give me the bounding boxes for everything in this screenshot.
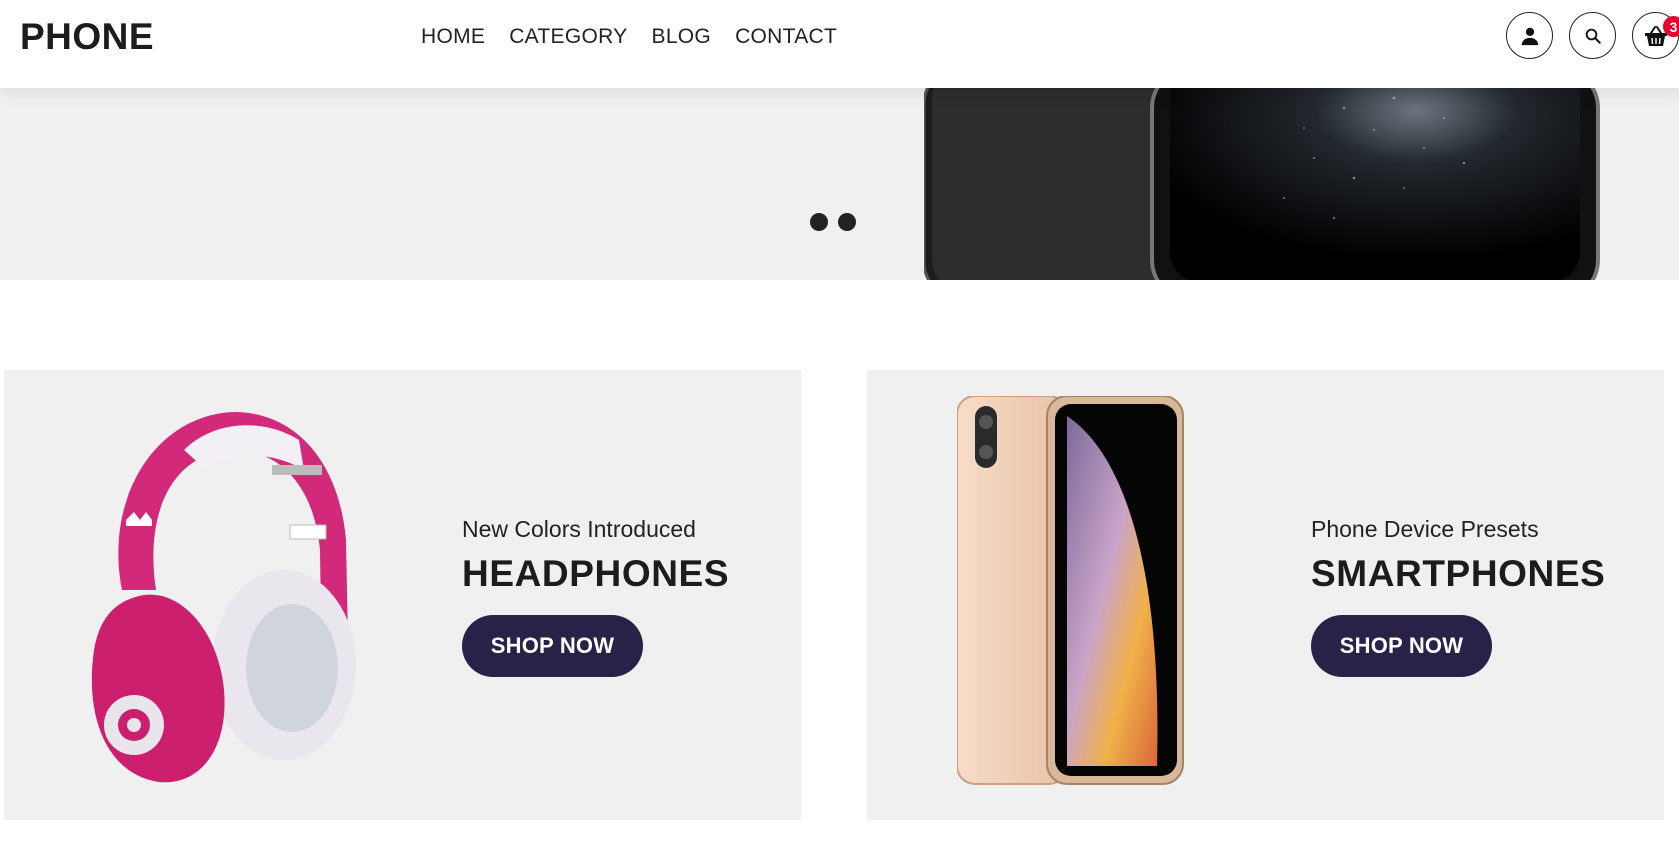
- main-nav: HOME CATEGORY BLOG CONTACT: [421, 25, 837, 49]
- cart-count-badge: 3: [1663, 16, 1679, 37]
- promo-text-headphones: New Colors Introduced HEADPHONES SHOP NO…: [462, 516, 729, 677]
- nav-contact-link[interactable]: CONTACT: [735, 25, 837, 49]
- promo-card-smartphones: Phone Device Presets SMARTPHONES SHOP NO…: [867, 370, 1664, 820]
- slider-dots: [810, 213, 856, 231]
- cart-button[interactable]: 3: [1632, 12, 1679, 59]
- slider-dot-2[interactable]: [838, 213, 856, 231]
- promo-title: SMARTPHONES: [1311, 553, 1606, 594]
- search-button[interactable]: [1569, 12, 1616, 59]
- slider-dot-1[interactable]: [810, 213, 828, 231]
- search-icon: [1585, 28, 1601, 44]
- promo-card-headphones: New Colors Introduced HEADPHONES SHOP NO…: [4, 370, 801, 820]
- header-actions: 3: [1506, 12, 1679, 59]
- account-button[interactable]: [1506, 12, 1553, 59]
- promo-subtitle: Phone Device Presets: [1311, 516, 1539, 542]
- user-icon: [1521, 27, 1538, 45]
- site-header: PHONE HOME CATEGORY BLOG CONTACT 3: [0, 0, 1679, 88]
- nav-blog-link[interactable]: BLOG: [652, 25, 712, 49]
- hero-phone-image: [924, 88, 1600, 280]
- shop-now-smartphones-button[interactable]: SHOP NOW: [1311, 615, 1492, 677]
- gold-smartphone-image: [957, 396, 1184, 785]
- hero-slider: [0, 88, 1679, 280]
- promo-text-smartphones: Phone Device Presets SMARTPHONES SHOP NO…: [1311, 516, 1605, 677]
- promo-subtitle: New Colors Introduced: [462, 516, 696, 542]
- shop-now-headphones-button[interactable]: SHOP NOW: [462, 615, 643, 677]
- pink-headphones-image: [91, 412, 356, 783]
- promo-title: HEADPHONES: [462, 553, 730, 594]
- nav-category-link[interactable]: CATEGORY: [509, 25, 627, 49]
- nav-home-link[interactable]: HOME: [421, 25, 485, 49]
- site-logo[interactable]: PHONE: [20, 16, 154, 58]
